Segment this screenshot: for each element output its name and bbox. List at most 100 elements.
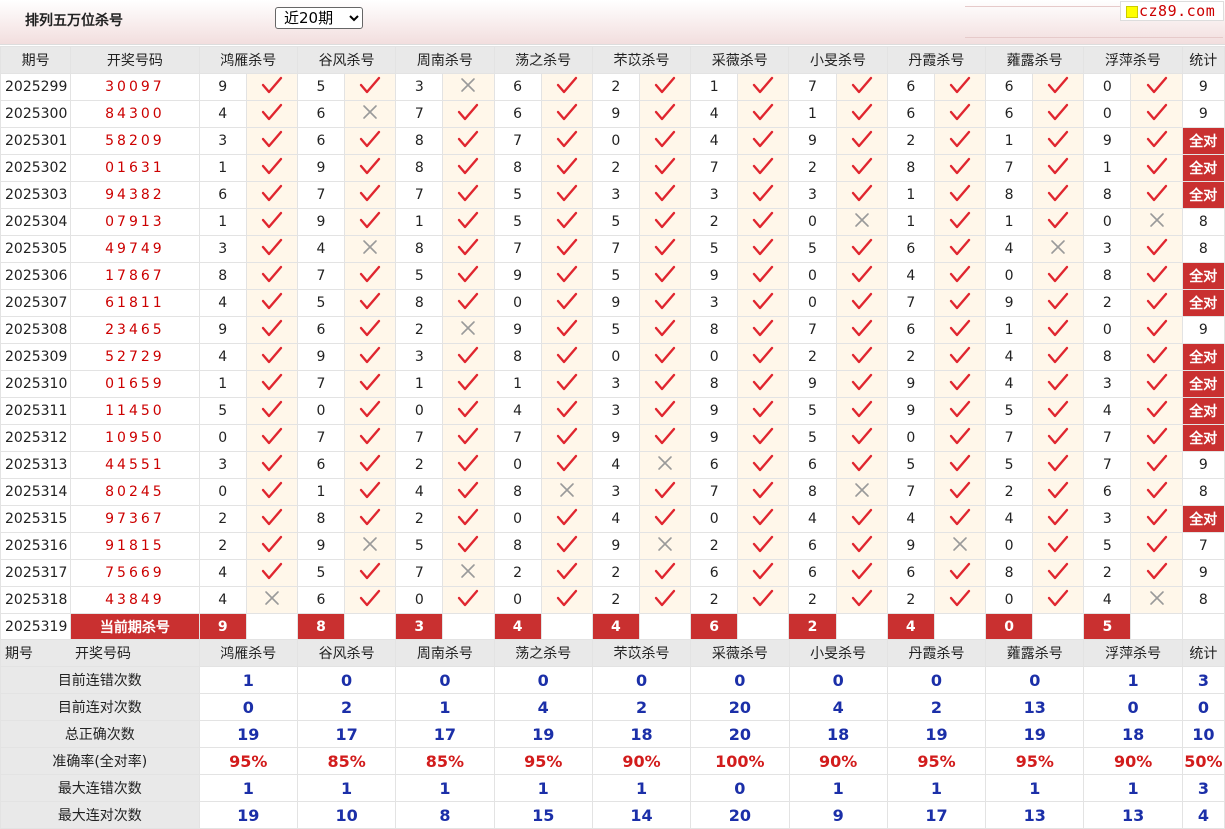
check-icon: [933, 73, 987, 101]
kill-number: 9: [690, 397, 739, 425]
kill-number: 5: [493, 181, 542, 209]
hit-count: 全对: [1181, 154, 1225, 182]
check-icon: [1032, 316, 1085, 344]
stats-label: 目前连错次数: [0, 666, 200, 694]
check-icon: [835, 370, 888, 398]
stats-value: 1: [591, 774, 692, 802]
check-icon: [344, 316, 397, 344]
kill-number: 3: [591, 478, 640, 506]
page-title: 排列五万位杀号: [25, 13, 123, 29]
check-icon: [540, 154, 593, 182]
current-period-row: 2025319 当前期杀号 9 8 3 4 4 6 2 4 0 5: [0, 613, 1225, 641]
empty-cell: [442, 613, 495, 641]
kill-number: 9: [591, 532, 640, 560]
current-kill-label: 当前期杀号: [70, 613, 200, 641]
stats-value: 95%: [886, 747, 987, 775]
check-icon: [737, 154, 790, 182]
check-icon: [835, 73, 888, 101]
kill-number: 2: [690, 586, 739, 614]
period-select[interactable]: 近20期: [275, 7, 363, 29]
cross-icon: [442, 316, 495, 344]
kill-number: 0: [984, 586, 1034, 614]
stats-value: 14: [591, 801, 692, 829]
stats-value: 85%: [296, 747, 397, 775]
header-row: 期号 开奖号码 鸿雁杀号 谷风杀号 周南杀号 荡之杀号 芣苡杀号 采薇杀号 小旻杀号 丹霞杀号 蕹露…: [0, 46, 1225, 74]
stats-row: 目前连错次数 1 0 0 0 0 0 0 0 0 1 3: [0, 666, 1225, 694]
check-icon: [1130, 316, 1183, 344]
site-logo[interactable]: cz89.com: [1120, 1, 1224, 21]
check-icon: [737, 424, 790, 452]
stats-value: 4: [788, 693, 888, 721]
kill-number: 0: [690, 343, 739, 371]
issue-number: 2025300: [0, 100, 72, 128]
kill-number: 3: [395, 73, 444, 101]
kill-number: 5: [296, 289, 346, 317]
check-icon: [1032, 208, 1085, 236]
check-icon: [1130, 424, 1183, 452]
check-icon: [1032, 424, 1085, 452]
kill-number: 9: [1083, 127, 1132, 155]
stats-label: 最大连错次数: [0, 774, 200, 802]
table-row: 2025315 97367 2 8 2 0 4 0 4 4 4 3 全对: [0, 505, 1225, 533]
kill-number: 1: [984, 208, 1034, 236]
kill-number: 6: [788, 532, 837, 560]
kill-number: 7: [690, 478, 739, 506]
empty-cell: [1032, 613, 1085, 641]
hit-count: 9: [1181, 100, 1225, 128]
current-kill-number: 8: [296, 613, 346, 641]
check-icon: [638, 235, 692, 263]
draw-number: 97367: [70, 505, 200, 533]
kill-number: 8: [493, 478, 542, 506]
hit-count: 8: [1181, 586, 1225, 614]
issue-number: 2025302: [0, 154, 72, 182]
kill-number: 7: [493, 235, 542, 263]
stats-value: 13: [1083, 801, 1183, 829]
kill-number: 6: [690, 451, 739, 479]
draw-number: 10950: [70, 424, 200, 452]
current-kill-number: 9: [198, 613, 247, 641]
kill-number: 7: [296, 262, 346, 290]
check-icon: [933, 181, 987, 209]
check-icon: [737, 235, 790, 263]
kill-number: 6: [690, 559, 739, 587]
draw-number: 07913: [70, 208, 200, 236]
check-icon: [1032, 559, 1085, 587]
check-icon: [1130, 235, 1183, 263]
check-icon: [1032, 181, 1085, 209]
draw-number: 23465: [70, 316, 200, 344]
kill-number: 4: [198, 100, 247, 128]
draw-number: 61811: [70, 289, 200, 317]
check-icon: [638, 316, 692, 344]
stats-value: 9: [788, 801, 888, 829]
check-icon: [933, 154, 987, 182]
kill-number: 8: [493, 532, 542, 560]
kill-number: 6: [886, 559, 935, 587]
kill-number: 8: [395, 289, 444, 317]
column-header: 小旻杀号: [788, 639, 888, 667]
draw-number: 44551: [70, 451, 200, 479]
kill-number: 7: [395, 559, 444, 587]
check-icon: [1032, 73, 1085, 101]
check-icon: [344, 73, 397, 101]
table-row: 2025304 07913 1 9 1 5 5 2 0 1 1 0 8: [0, 208, 1225, 236]
cross-icon: [344, 532, 397, 560]
stats-value: 1: [395, 774, 495, 802]
stats-value: 1: [198, 666, 298, 694]
kill-number: 2: [788, 586, 837, 614]
kill-number-table: 期号 开奖号码 鸿雁杀号 谷风杀号 周南杀号 荡之杀号 芣苡杀号 采薇杀号 小旻杀号 丹霞杀号 蕹露…: [0, 46, 1225, 641]
stats-value: 0: [493, 666, 593, 694]
check-icon: [1130, 181, 1183, 209]
kill-number: 0: [591, 127, 640, 155]
stats-row: 准确率(全对率) 95% 85% 85% 95% 90% 100% 90% 95% 95% 90% 5…: [0, 747, 1225, 775]
stats-value: 0: [886, 666, 987, 694]
issue-number: 2025309: [0, 343, 72, 371]
check-icon: [540, 370, 593, 398]
kill-number: 3: [591, 397, 640, 425]
check-icon: [737, 451, 790, 479]
check-icon: [245, 73, 298, 101]
kill-number: 4: [690, 100, 739, 128]
empty-cell: [540, 613, 593, 641]
check-icon: [835, 505, 888, 533]
check-icon: [1130, 532, 1183, 560]
kill-number: 9: [198, 316, 247, 344]
